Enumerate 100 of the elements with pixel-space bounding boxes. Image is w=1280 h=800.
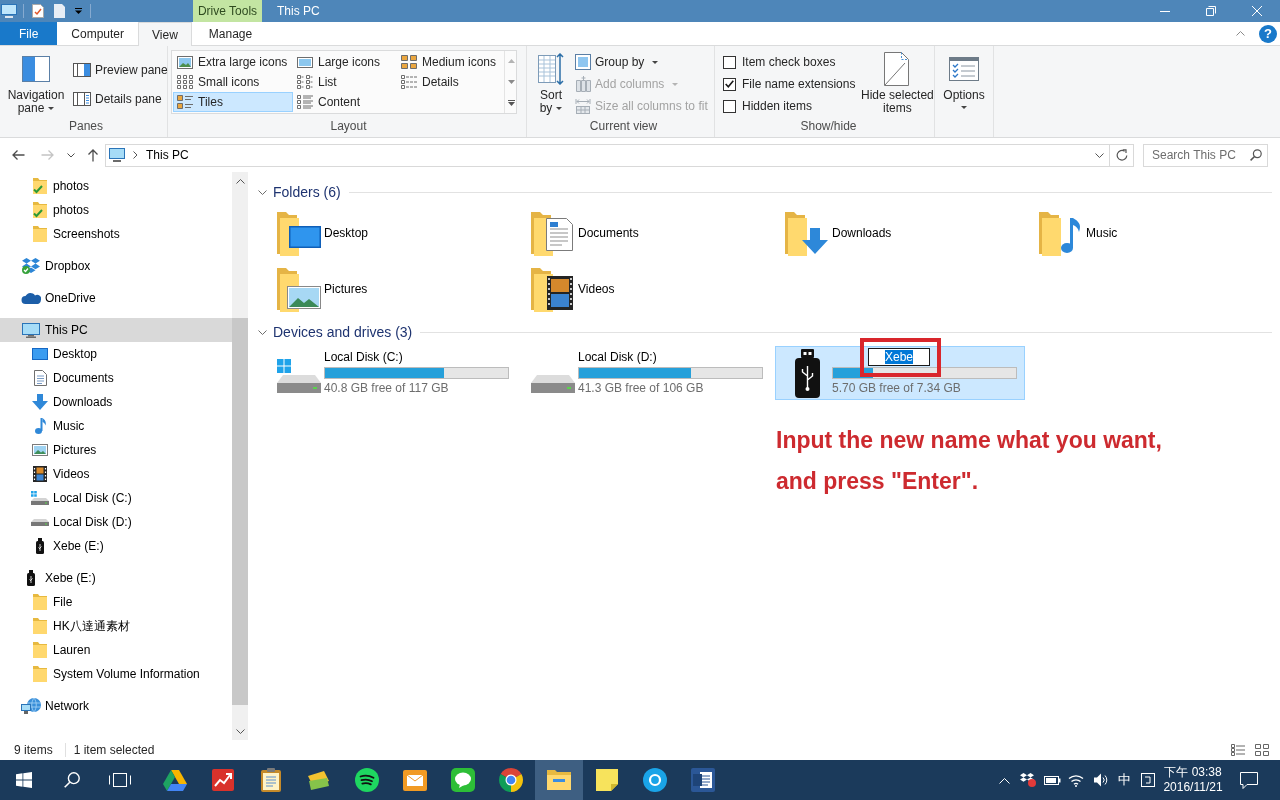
folder-screen-icon — [277, 210, 321, 256]
scrollbar-thumb[interactable] — [232, 318, 248, 705]
nav-item[interactable]: Dropbox — [0, 254, 232, 278]
caret-icon — [672, 82, 679, 86]
nav-item[interactable]: Videos — [0, 462, 232, 486]
task-view-icon — [109, 773, 131, 787]
breadcrumb[interactable]: This PC — [146, 148, 189, 162]
group-icon — [575, 54, 591, 70]
annotation-text: Input the new name what you want, and press "Enter". — [776, 426, 1163, 496]
picture-icon — [297, 56, 313, 68]
folder-tile[interactable]: Desktop — [267, 208, 517, 258]
help-button[interactable]: ? — [1259, 24, 1277, 43]
triangle-logo-icon — [163, 769, 187, 791]
folder-tile[interactable]: Downloads — [775, 208, 1025, 258]
input-indicator[interactable]: 中 — [1112, 760, 1136, 800]
checkbox[interactable] — [723, 99, 736, 113]
drive-name: Local Disk (C:) — [324, 349, 403, 365]
ribbon-tab[interactable]: Computer — [57, 22, 139, 45]
minimize-icon — [1160, 10, 1170, 12]
nav-item[interactable]: Desktop — [0, 342, 232, 366]
ribbon-button[interactable]: Preview pane — [70, 59, 171, 81]
nav-item[interactable]: OneDrive — [0, 286, 232, 310]
network-icon — [21, 698, 41, 714]
layout-option[interactable]: Small icons — [173, 72, 293, 92]
ribbon-tab[interactable]: Manage — [195, 22, 266, 45]
checkmark-icon — [725, 80, 734, 88]
layout-option[interactable]: List — [293, 72, 397, 92]
details-view-button[interactable] — [1228, 741, 1248, 759]
folder-icon — [33, 618, 47, 634]
folder-icon — [33, 594, 47, 610]
nav-item[interactable]: Local Disk (D:) — [0, 510, 232, 534]
refresh-button[interactable] — [1110, 143, 1134, 167]
nav-item[interactable]: Music — [0, 414, 232, 438]
ribbon-large-button[interactable]: Navigation pane — [5, 49, 67, 115]
ribbon-large-button[interactable]: Options — [939, 49, 989, 109]
nav-item[interactable]: photos — [0, 198, 232, 222]
checkbox-option[interactable]: Item check boxes — [723, 51, 856, 73]
ribbon-tab[interactable]: File — [0, 22, 58, 45]
drive-tile[interactable]: Local Disk (C:) 40.8 GB free of 117 GB — [267, 346, 517, 400]
ribbon-tab[interactable]: View — [138, 22, 192, 46]
checkbox[interactable] — [723, 77, 736, 91]
layout-option[interactable]: Extra large icons — [173, 52, 293, 72]
nav-item[interactable]: Network — [0, 694, 232, 718]
folder-tile[interactable]: Documents — [521, 208, 771, 258]
address-field[interactable]: This PC — [105, 143, 1110, 167]
resize-columns-icon — [575, 98, 591, 114]
selection-count: 1 item selected — [73, 743, 155, 757]
checkbox-option[interactable]: File name extensions — [723, 73, 856, 95]
layout-option[interactable]: Medium icons — [397, 52, 503, 72]
taskbar-app[interactable] — [535, 760, 583, 800]
large-icons-view-button[interactable] — [1252, 741, 1272, 759]
search-icon — [64, 772, 80, 788]
group-label: Show/hide — [799, 118, 858, 135]
chevron-right-icon — [133, 151, 138, 159]
usb-stick-icon — [36, 538, 44, 554]
checkbox-option[interactable]: Hidden items — [723, 95, 856, 117]
nav-item[interactable]: System Volume Information — [0, 662, 232, 686]
context-tab-label: Drive Tools — [193, 0, 262, 22]
nav-item[interactable]: Xebe (E:) — [0, 566, 232, 590]
layout-option[interactable]: Tiles — [173, 92, 293, 112]
page-icon — [54, 4, 65, 18]
down-arrow-icon — [32, 394, 48, 410]
folder-tile[interactable]: Pictures — [267, 264, 517, 314]
folder-film-icon — [531, 266, 575, 312]
folder-tile[interactable]: Music — [1029, 208, 1259, 258]
checkbox[interactable] — [723, 55, 736, 69]
nav-item[interactable]: Lauren — [0, 638, 232, 662]
layout-option[interactable]: Content — [293, 92, 397, 112]
free-space-text: 40.8 GB free of 117 GB — [324, 381, 449, 396]
ribbon-large-button[interactable]: Hide selected items — [858, 49, 937, 115]
group-header[interactable]: Devices and drives (3) — [258, 324, 413, 340]
nav-item[interactable]: This PC — [0, 318, 232, 342]
folder-icon — [33, 642, 47, 658]
sort-icon — [538, 53, 564, 85]
scroll-down-icon — [508, 80, 515, 84]
nav-item[interactable]: Downloads — [0, 390, 232, 414]
nav-item[interactable]: HK八達通素材 — [0, 614, 232, 638]
drive-tile[interactable]: Local Disk (D:) 41.3 GB free of 106 GB — [521, 346, 771, 400]
ribbon-large-button[interactable]: Sort by — [533, 49, 569, 115]
folder-tile[interactable]: Videos — [521, 264, 771, 314]
nav-item[interactable]: File — [0, 590, 232, 614]
nav-item[interactable]: Local Disk (C:) — [0, 486, 232, 510]
clock[interactable]: 下午 03:38 2016/11/21 — [1160, 760, 1226, 800]
ribbon-button[interactable]: Group by — [572, 51, 711, 73]
ribbon-button[interactable]: Details pane — [70, 88, 171, 110]
nav-item[interactable]: Pictures — [0, 438, 232, 462]
group-header[interactable]: Folders (6) — [258, 184, 341, 200]
windows-logo-icon — [16, 772, 32, 788]
nav-item[interactable]: Xebe (E:) — [0, 534, 232, 558]
rename-field[interactable]: Xebe — [868, 348, 930, 366]
scroll-up-icon — [508, 59, 515, 64]
up-arrow-icon — [87, 148, 99, 162]
layout-option[interactable]: Large icons — [293, 52, 397, 72]
back-arrow-icon — [11, 149, 25, 161]
drive-tile[interactable]: Xebe 5.70 GB free of 7.34 GB — [775, 346, 1025, 400]
layout-option[interactable]: Details — [397, 72, 503, 92]
nav-item[interactable]: Screenshots — [0, 222, 232, 246]
nav-item[interactable]: photos — [0, 174, 232, 198]
checklist-icon — [949, 57, 979, 81]
nav-item[interactable]: Documents — [0, 366, 232, 390]
